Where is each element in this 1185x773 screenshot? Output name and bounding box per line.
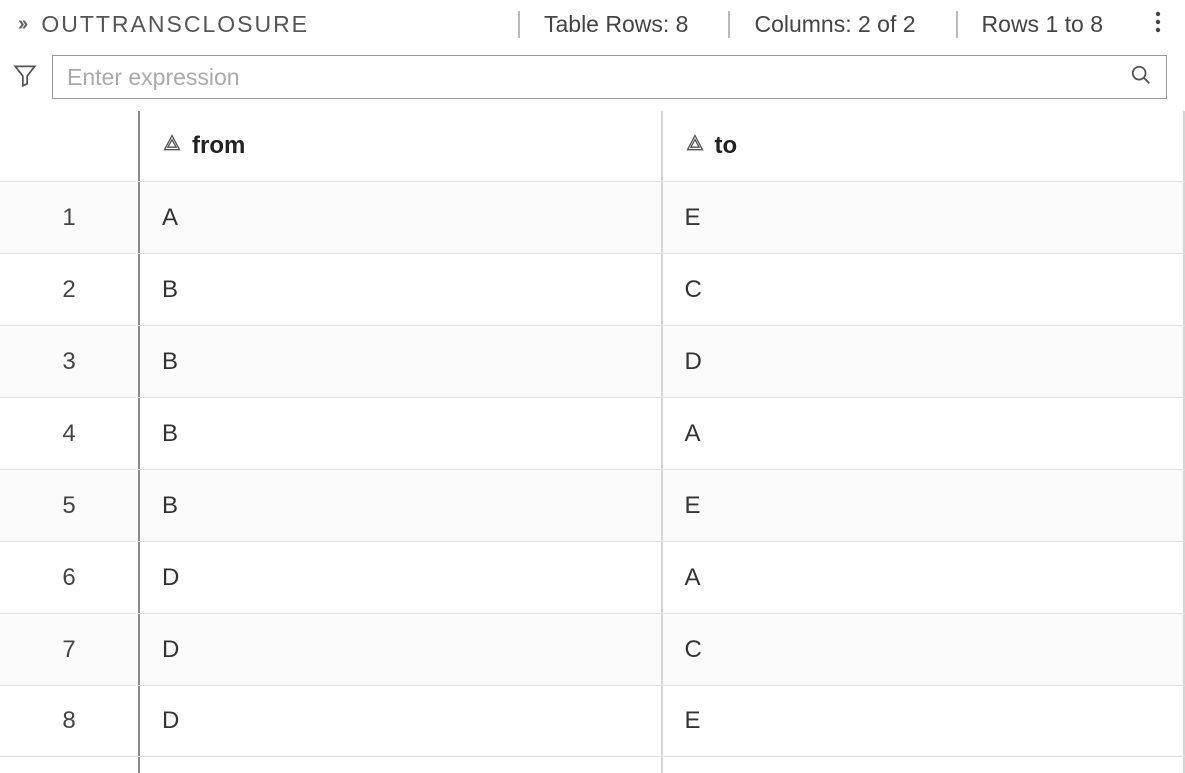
- cell-to[interactable]: E: [663, 686, 1185, 756]
- table-title: OUTTRANSCLOSURE: [41, 11, 309, 38]
- table-row[interactable]: 1AE: [0, 181, 1185, 253]
- more-vertical-icon: [1155, 10, 1161, 34]
- row-number: 6: [0, 542, 140, 613]
- cell-to[interactable]: C: [663, 614, 1185, 685]
- cell-from[interactable]: B: [140, 326, 663, 397]
- cell-from[interactable]: A: [140, 182, 663, 253]
- expression-search-box[interactable]: [52, 55, 1167, 99]
- table-body: 1AE2BC3BD4BA5BE6DA7DC8DE: [0, 181, 1185, 757]
- row-number: 4: [0, 398, 140, 469]
- cell-from[interactable]: B: [140, 254, 663, 325]
- table-row[interactable]: 3BD: [0, 325, 1185, 397]
- table-row[interactable]: 5BE: [0, 469, 1185, 541]
- filter-row: [0, 53, 1185, 111]
- cell-to[interactable]: C: [663, 254, 1185, 325]
- table-header-bar: ›› OUTTRANSCLOSURE Table Rows: 8 Columns…: [0, 0, 1185, 53]
- row-number: 8: [0, 686, 140, 756]
- column-header-label: from: [192, 132, 245, 160]
- table-row[interactable]: 8DE: [0, 685, 1185, 757]
- cell-to[interactable]: E: [663, 470, 1185, 541]
- row-number: 1: [0, 182, 140, 253]
- column-header-to[interactable]: to: [663, 111, 1185, 181]
- table-row[interactable]: 7DC: [0, 613, 1185, 685]
- expression-input[interactable]: [67, 64, 1130, 91]
- column-header-label: to: [715, 132, 738, 160]
- cell-from[interactable]: D: [140, 542, 663, 613]
- row-number: 5: [0, 470, 140, 541]
- data-table: from to 1AE2BC3BD4BA5BE6DA7DC8DE: [0, 111, 1185, 773]
- row-number-header: [0, 111, 140, 181]
- cell-from[interactable]: B: [140, 398, 663, 469]
- filter-icon[interactable]: [12, 62, 38, 93]
- cell-from[interactable]: D: [140, 614, 663, 685]
- text-type-icon: [685, 132, 705, 160]
- table-row[interactable]: 4BA: [0, 397, 1185, 469]
- search-icon[interactable]: [1130, 64, 1152, 91]
- cell-to[interactable]: A: [663, 542, 1185, 613]
- expand-chevron-icon[interactable]: ››: [18, 13, 25, 36]
- row-number: 7: [0, 614, 140, 685]
- cell-from[interactable]: B: [140, 470, 663, 541]
- table-rows-count: Table Rows: 8: [518, 11, 712, 38]
- table-header-row: from to: [0, 111, 1185, 181]
- more-options-button[interactable]: [1143, 10, 1167, 39]
- table-row[interactable]: 6DA: [0, 541, 1185, 613]
- text-type-icon: [162, 132, 182, 160]
- cell-to[interactable]: D: [663, 326, 1185, 397]
- cell-to[interactable]: A: [663, 398, 1185, 469]
- row-number: 2: [0, 254, 140, 325]
- columns-count: Columns: 2 of 2: [728, 11, 939, 38]
- cell-to[interactable]: E: [663, 182, 1185, 253]
- row-number: 3: [0, 326, 140, 397]
- rows-range: Rows 1 to 8: [956, 11, 1127, 38]
- table-row[interactable]: 2BC: [0, 253, 1185, 325]
- table-footer-spacer: [0, 757, 1185, 773]
- column-header-from[interactable]: from: [140, 111, 663, 181]
- cell-from[interactable]: D: [140, 686, 663, 756]
